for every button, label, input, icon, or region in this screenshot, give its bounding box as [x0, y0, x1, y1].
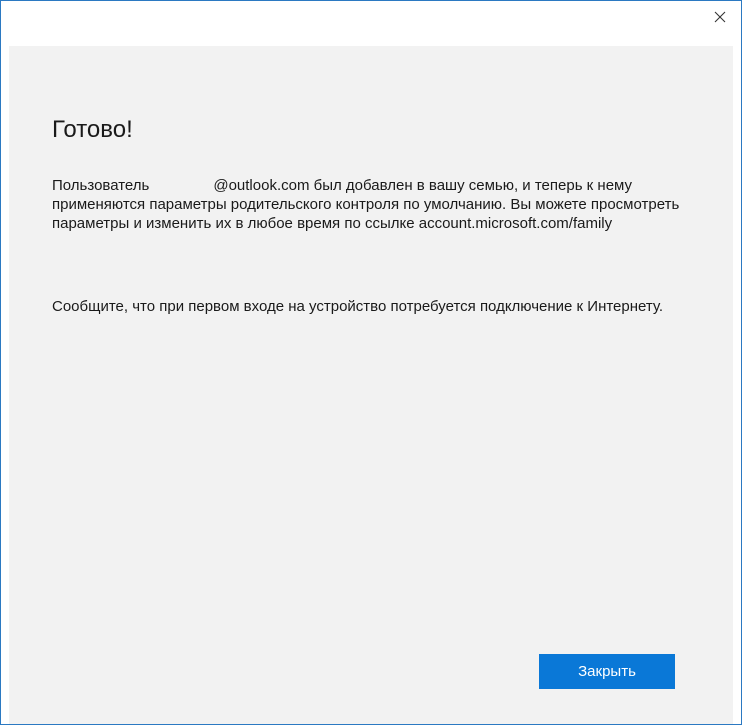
dialog-content: Готово! Пользователь @outlook.com был доб…: [9, 46, 733, 724]
internet-notice: Сообщите, что при первом входе на устрой…: [52, 298, 664, 315]
confirmation-message: Пользователь @outlook.com был добавлен в …: [52, 176, 692, 233]
window-close-button[interactable]: [699, 1, 741, 33]
family-dialog-window: Готово! Пользователь @outlook.com был доб…: [0, 0, 742, 725]
title-bar: [1, 1, 741, 46]
account-email: @outlook.com: [213, 177, 310, 194]
close-icon: [714, 11, 726, 23]
page-title: Готово!: [52, 116, 133, 143]
close-button[interactable]: Закрыть: [539, 654, 675, 689]
message-prefix: Пользователь: [52, 177, 150, 194]
